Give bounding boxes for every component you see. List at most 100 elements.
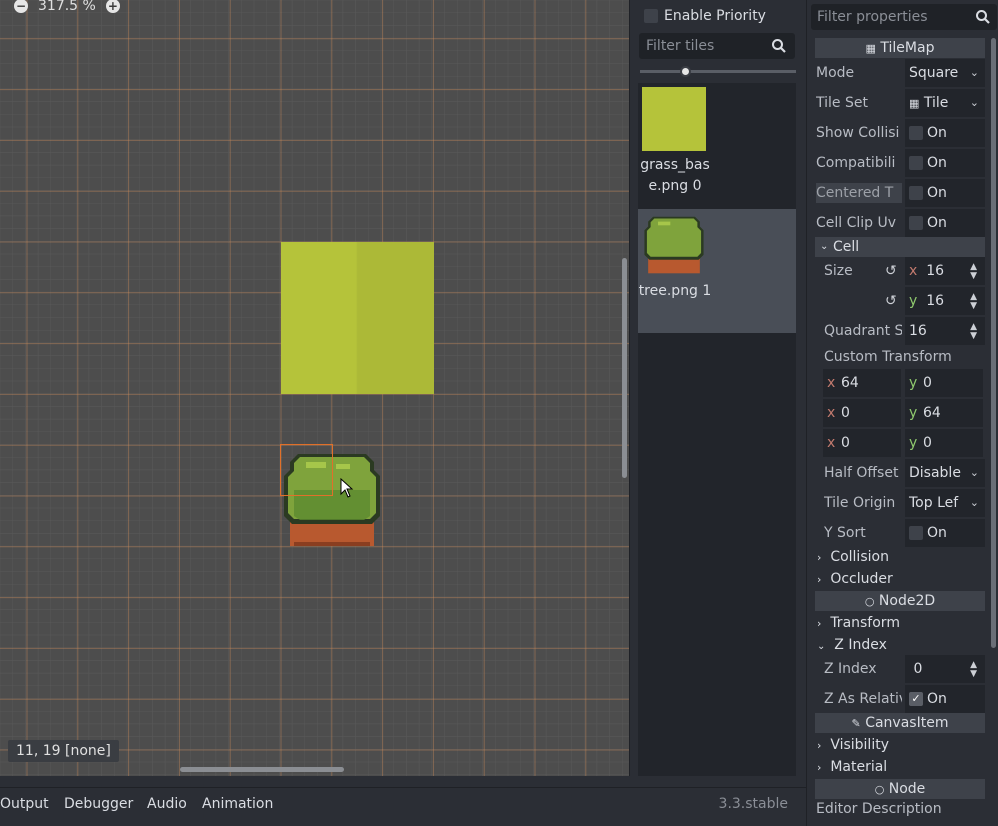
prop-mode-label: Mode	[816, 65, 855, 81]
transform-r1-y[interactable]: y0	[905, 369, 983, 397]
prop-tile-origin-label: Tile Origin	[824, 495, 896, 511]
custom-transform-label: Custom Transform	[824, 349, 952, 365]
prop-show-collision-label: Show Collisi	[816, 125, 900, 141]
tilemap-header-label: TileMap	[880, 40, 935, 56]
chevron-down-icon: ⌄	[969, 96, 979, 109]
prop-centered-textures: Centered T On	[815, 179, 985, 207]
reset-icon[interactable]: ↺	[885, 291, 897, 311]
canvasitem-header-label: CanvasItem	[865, 715, 949, 731]
filter-tiles-input[interactable]	[639, 33, 767, 59]
section-node2d[interactable]: ○ Node2D	[815, 591, 985, 611]
prop-cell-size: Size ↺ x 16 ▲ ▼	[815, 257, 985, 285]
z-as-relative-toggle[interactable]: ✓ On	[905, 685, 985, 713]
chevron-right-icon: ›	[817, 573, 822, 586]
prop-y-sort: Y Sort On	[815, 519, 985, 547]
section-z-index[interactable]: ⌄ Z Index	[817, 635, 887, 655]
section-node[interactable]: ○ Node	[815, 779, 985, 799]
tilemap-viewport[interactable]: − 317.5 % + 11, 19 [none]	[0, 0, 630, 776]
section-collision[interactable]: › Collision	[817, 547, 889, 567]
prop-zindex-label: Z Index	[824, 661, 877, 677]
section-material[interactable]: › Material	[817, 757, 887, 777]
inspector-scrollbar[interactable]	[991, 38, 996, 648]
viewport-vertical-scrollbar[interactable]	[622, 258, 627, 478]
section-occluder[interactable]: › Occluder	[817, 569, 893, 589]
tab-output[interactable]: Output	[0, 796, 49, 812]
show-collision-toggle[interactable]: On	[905, 119, 985, 147]
transform-r2-y[interactable]: y 64	[905, 399, 983, 427]
zoom-in-icon[interactable]: +	[105, 0, 120, 13]
viewport-horizontal-scrollbar[interactable]	[180, 767, 344, 772]
centered-textures-toggle[interactable]: On	[905, 179, 985, 207]
spinner-icon[interactable]: ▲ ▼	[970, 287, 977, 311]
bottom-panel-bar: Output Debugger Audio Animation 3.3.stab…	[0, 787, 806, 826]
enable-priority-label: Enable Priority	[664, 8, 766, 24]
transform-r2-x[interactable]: x0	[823, 399, 901, 427]
zoom-level[interactable]: 317.5 %	[38, 0, 96, 14]
chevron-down-icon: ⌄	[820, 241, 829, 252]
chevron-right-icon: ›	[817, 739, 822, 752]
brush-icon: ✎	[851, 717, 861, 730]
cell-size-y-field[interactable]: y 16 ▲ ▼	[905, 287, 985, 315]
chevron-down-icon: ⌄	[969, 66, 979, 79]
chevron-right-icon: ›	[817, 761, 822, 774]
tile-label: tree.png 1	[638, 283, 712, 299]
checkbox-icon	[909, 156, 923, 170]
enable-priority-checkbox[interactable]	[644, 9, 658, 23]
chevron-down-icon: ⌄	[969, 466, 979, 479]
compatibility-toggle[interactable]: On	[905, 149, 985, 177]
quadrant-size-field[interactable]: 16 ▲ ▼	[905, 317, 985, 345]
prop-show-collision: Show Collisi On	[815, 119, 985, 147]
mode-dropdown[interactable]: Square ⌄	[905, 59, 985, 87]
section-transform[interactable]: › Transform	[817, 613, 900, 633]
mouse-pointer-icon	[340, 478, 354, 498]
tab-animation[interactable]: Animation	[202, 796, 273, 812]
section-visibility[interactable]: › Visibility	[817, 735, 889, 755]
transform-r3-y[interactable]: y0	[905, 429, 983, 457]
tile-size-slider[interactable]	[640, 66, 796, 77]
inspector-panel: ▦ TileMap Mode Square⌄ Tile Set ▦ Tile⌄ …	[806, 0, 998, 826]
prop-z-index: Z Index 0 ▲ ▼	[815, 655, 985, 683]
grass-tile-placed	[281, 242, 434, 394]
tile-item-tree[interactable]: tree.png 1	[638, 209, 796, 333]
transform-r1-x[interactable]: x 64	[823, 369, 901, 397]
z-index-field[interactable]: 0 ▲ ▼	[905, 655, 985, 683]
spinner-icon[interactable]: ▲ ▼	[970, 655, 977, 679]
filter-properties-field	[811, 4, 997, 30]
prop-half-offset-label: Half Offset	[824, 465, 899, 481]
section-tilemap[interactable]: ▦ TileMap	[815, 38, 985, 58]
prop-ysort-label: Y Sort	[824, 525, 866, 541]
tile-item-grass[interactable]: grass_base.png 0	[638, 83, 796, 207]
enable-priority-toggle[interactable]: Enable Priority	[644, 6, 766, 26]
section-cell[interactable]: ⌄ Cell	[815, 237, 985, 257]
filter-properties-input[interactable]	[811, 4, 971, 30]
tab-audio[interactable]: Audio	[147, 796, 187, 812]
section-canvasitem[interactable]: ✎ CanvasItem	[815, 713, 985, 733]
prop-z-as-relative: Z As Relativ ✓ On	[815, 685, 985, 713]
prop-tileset-label: Tile Set	[816, 95, 868, 111]
checkbox-icon	[909, 526, 923, 540]
prop-half-offset: Half Offset Disable ⌄	[815, 459, 985, 487]
zoom-out-icon[interactable]: −	[14, 0, 28, 13]
prop-cell-clip-uv: Cell Clip Uv On	[815, 209, 985, 237]
filter-tiles-field	[639, 33, 795, 59]
prop-mode: Mode Square ⌄	[815, 59, 985, 87]
cell-size-x-field[interactable]: x 16 ▲ ▼	[905, 257, 985, 285]
y-sort-toggle[interactable]: On	[905, 519, 985, 547]
transform-r3-x[interactable]: x0	[823, 429, 901, 457]
checkbox-icon	[909, 216, 923, 230]
spinner-icon[interactable]: ▲ ▼	[970, 257, 977, 281]
node2d-header-label: Node2D	[878, 593, 936, 609]
checkmark-icon: ✓	[909, 692, 923, 706]
tab-debugger[interactable]: Debugger	[64, 796, 133, 812]
reset-icon[interactable]: ↺	[885, 261, 897, 281]
half-offset-dropdown[interactable]: Disable ⌄	[905, 459, 985, 487]
cell-clip-uv-toggle[interactable]: On	[905, 209, 985, 237]
tile-selection-cursor	[280, 444, 333, 496]
search-icon	[976, 10, 990, 24]
tile-size-slider-handle[interactable]	[680, 66, 691, 77]
spinner-icon[interactable]: ▲ ▼	[970, 317, 977, 341]
tile-origin-dropdown[interactable]: Top Lef ⌄	[905, 489, 985, 517]
grass-tile-thumbnail	[642, 87, 706, 151]
prop-centered-label: Centered T	[816, 183, 902, 203]
tileset-resource-picker[interactable]: ▦ Tile ⌄	[905, 89, 985, 117]
